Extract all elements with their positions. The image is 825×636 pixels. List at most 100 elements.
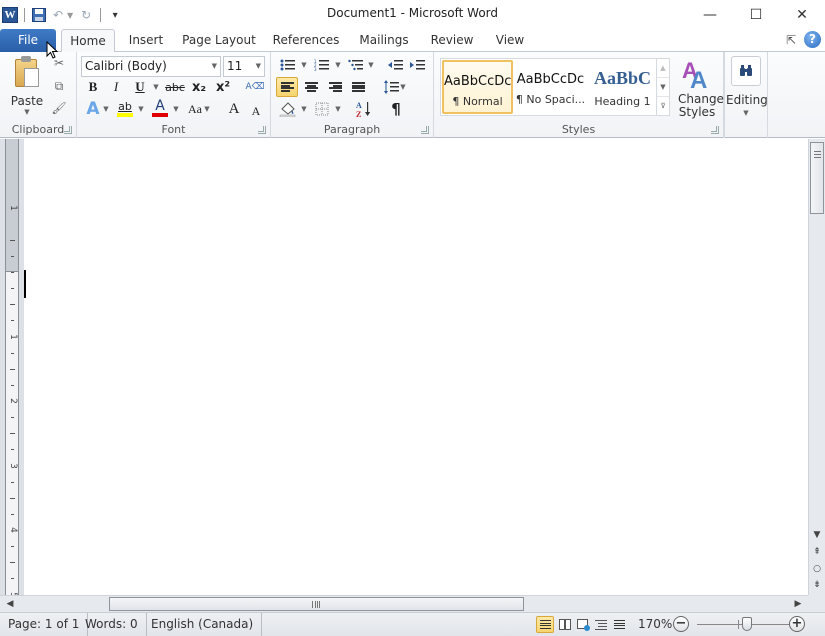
maximize-button[interactable]: ☐ <box>733 0 779 29</box>
superscript-button[interactable]: x² <box>212 77 234 97</box>
highlight-icon[interactable]: ab <box>114 98 136 118</box>
font-color-label: A <box>155 98 165 114</box>
font-name-combobox[interactable]: Calibri (Body) ▼ <box>81 56 221 77</box>
language-indicator[interactable]: English (Canada) <box>143 613 263 636</box>
sort-button[interactable]: AZ <box>353 99 375 119</box>
subscript-button[interactable]: x₂ <box>188 77 210 97</box>
italic-button[interactable]: I <box>105 77 127 97</box>
scroll-right-icon[interactable]: ▶ <box>790 596 806 612</box>
borders-button[interactable] <box>311 99 333 119</box>
minimize-ribbon-icon[interactable]: ⇱ <box>786 33 796 47</box>
font-color-icon[interactable]: A <box>149 98 171 118</box>
bold-button[interactable]: B <box>82 77 104 97</box>
next-page-icon[interactable]: ⇟ <box>809 577 825 593</box>
page-count[interactable]: Page: 1 of 1 <box>0 613 89 636</box>
shrink-font-button[interactable]: A <box>245 101 267 121</box>
style-normal[interactable]: AaBbCcDc ¶ Normal <box>442 60 513 114</box>
horizontal-scrollbar[interactable]: ◀ ▶ <box>0 595 808 612</box>
numbering-dropdown-icon[interactable]: ▼ <box>334 55 342 75</box>
align-center-button[interactable] <box>300 77 322 97</box>
minimize-button[interactable]: — <box>687 0 733 29</box>
chevron-down-icon[interactable]: ▼ <box>212 57 217 76</box>
vertical-ruler[interactable]: 123451 <box>5 139 19 597</box>
borders-dropdown-icon[interactable]: ▼ <box>334 99 342 119</box>
scroll-left-icon[interactable]: ◀ <box>2 596 18 612</box>
vertical-scrollbar[interactable]: ▼ ⇞ ○ ⇟ <box>808 139 825 595</box>
zoom-slider-thumb[interactable] <box>742 617 752 631</box>
print-layout-view-button[interactable] <box>536 616 554 633</box>
decrease-indent-button[interactable] <box>385 55 407 75</box>
gallery-scroll-down-icon[interactable]: ▼ <box>657 78 669 97</box>
format-painter-icon[interactable]: 🖌 <box>50 101 68 119</box>
shading-button[interactable] <box>277 99 299 119</box>
previous-page-icon[interactable]: ⇞ <box>809 544 825 560</box>
document-page[interactable] <box>24 139 808 595</box>
tab-references[interactable]: References <box>270 29 342 52</box>
paste-button[interactable]: Paste ▼ <box>8 56 46 116</box>
title-bar: W ↶ ▼ ↻ ▾ Document1 - Microsoft Word — ☐… <box>0 0 825 29</box>
grow-font-button[interactable]: A <box>223 99 245 119</box>
style-heading-1[interactable]: AaBbC Heading 1 <box>587 60 658 114</box>
word-count[interactable]: Words: 0 <box>77 613 147 636</box>
change-styles-label: Change Styles <box>678 92 724 119</box>
underline-dropdown-icon[interactable]: ▼ <box>152 77 160 97</box>
style-no-spacing[interactable]: AaBbCcDc ¶ No Spaci... <box>515 60 586 114</box>
bullets-dropdown-icon[interactable]: ▼ <box>300 55 308 75</box>
select-browse-object-icon[interactable]: ○ <box>809 561 825 577</box>
vertical-scroll-thumb[interactable] <box>810 142 824 214</box>
bullets-button[interactable] <box>277 55 299 75</box>
clear-formatting-icon[interactable]: A⌫ <box>244 77 266 97</box>
show-hide-formatting-button[interactable]: ¶ <box>385 99 407 119</box>
tab-home[interactable]: Home <box>61 29 115 53</box>
change-styles-button[interactable]: A A Change Styles <box>674 56 724 119</box>
tab-insert[interactable]: Insert <box>124 29 168 52</box>
justify-button[interactable] <box>347 77 369 97</box>
tab-view[interactable]: View <box>490 29 530 52</box>
align-left-button[interactable] <box>276 77 298 97</box>
draft-view-button[interactable] <box>610 616 628 633</box>
editing-button[interactable]: Editing ▼ <box>726 54 768 120</box>
underline-button[interactable]: U <box>129 77 151 97</box>
font-color-dropdown-icon[interactable]: ▼ <box>172 99 180 119</box>
multilevel-dropdown-icon[interactable]: ▼ <box>367 55 375 75</box>
chevron-down-icon[interactable]: ▼ <box>256 57 261 76</box>
outline-view-button[interactable] <box>592 616 610 633</box>
line-spacing-dropdown-icon[interactable]: ▼ <box>399 77 407 97</box>
full-screen-reading-view-button[interactable] <box>556 616 574 633</box>
multilevel-list-button[interactable] <box>345 55 367 75</box>
scroll-down-icon[interactable]: ▼ <box>809 527 825 543</box>
styles-dialog-launcher-icon[interactable] <box>711 126 719 134</box>
shading-dropdown-icon[interactable]: ▼ <box>300 99 308 119</box>
zoom-in-button[interactable]: + <box>789 616 805 632</box>
tab-mailings[interactable]: Mailings <box>354 29 414 52</box>
increase-indent-button[interactable] <box>407 55 429 75</box>
paste-dropdown-icon[interactable]: ▼ <box>8 108 46 116</box>
zoom-out-button[interactable]: − <box>673 616 689 632</box>
zoom-level[interactable]: 170% <box>638 613 672 635</box>
numbering-button[interactable]: 123 <box>311 55 333 75</box>
gallery-scroll-up-icon[interactable]: ▲ <box>657 59 669 78</box>
text-effects-icon[interactable]: A <box>82 99 104 119</box>
tab-page-layout[interactable]: Page Layout <box>180 29 258 52</box>
align-right-button[interactable] <box>324 77 346 97</box>
quick-styles-gallery: AaBbCcDc ¶ Normal AaBbCcDc ¶ No Spaci...… <box>440 58 670 116</box>
paragraph-group-label: Paragraph <box>323 123 381 136</box>
gallery-more-icon[interactable]: ⊽ <box>657 97 669 115</box>
numbering-icon: 123 <box>314 59 329 71</box>
help-icon[interactable]: ? <box>804 31 821 48</box>
editing-dropdown-icon[interactable]: ▼ <box>726 107 766 120</box>
close-button[interactable]: ✕ <box>779 0 825 29</box>
tab-review[interactable]: Review <box>426 29 478 52</box>
web-layout-view-button[interactable] <box>574 616 592 633</box>
clipboard-dialog-launcher-icon[interactable] <box>64 126 72 134</box>
font-dialog-launcher-icon[interactable] <box>258 126 266 134</box>
text-effects-dropdown-icon[interactable]: ▼ <box>102 99 110 119</box>
change-case-dropdown-icon[interactable]: ▼ <box>203 99 211 119</box>
copy-icon[interactable]: ⧉ <box>50 79 68 97</box>
font-size-combobox[interactable]: 11 ▼ <box>223 56 265 77</box>
strikethrough-button[interactable]: abc <box>164 77 186 97</box>
paragraph-dialog-launcher-icon[interactable] <box>421 126 429 134</box>
horizontal-scroll-thumb[interactable] <box>109 597 524 611</box>
highlight-dropdown-icon[interactable]: ▼ <box>137 99 145 119</box>
shading-icon <box>279 102 296 117</box>
